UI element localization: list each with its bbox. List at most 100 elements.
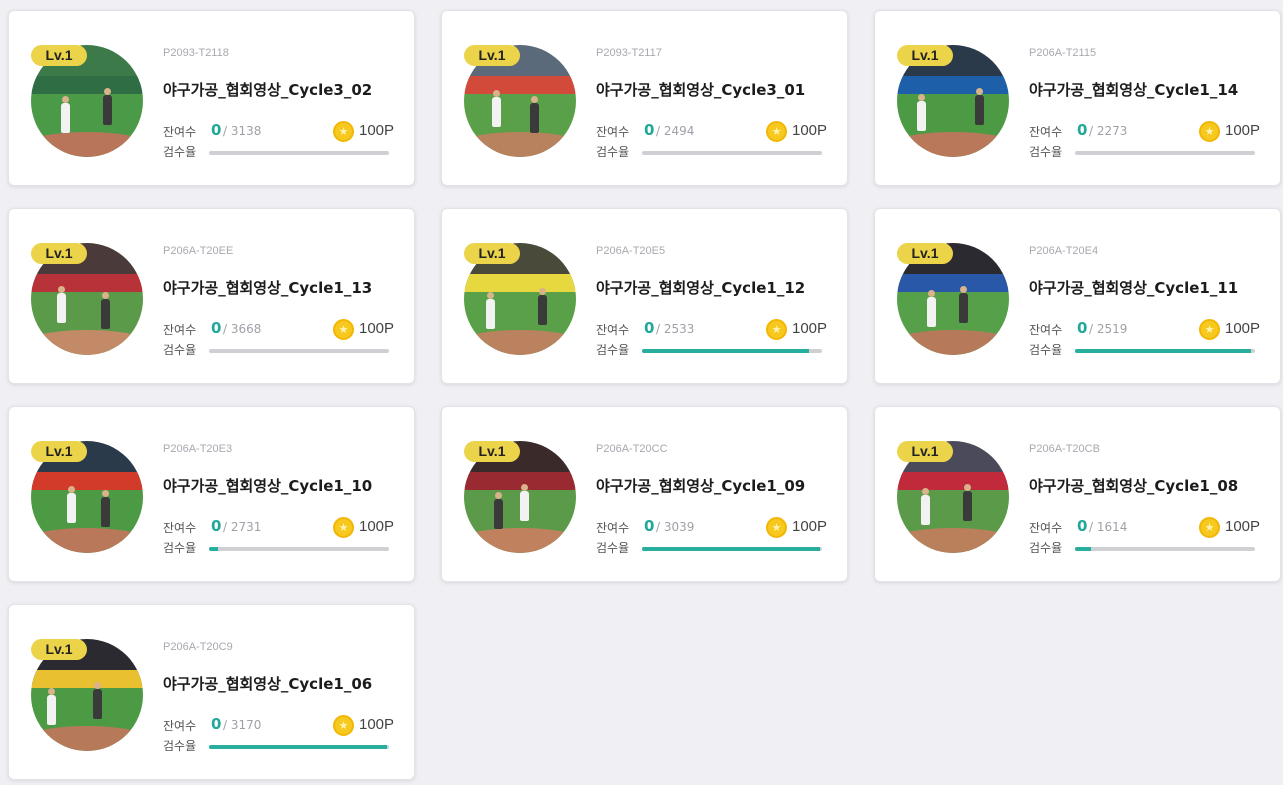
task-card[interactable]: Lv.1 P206A-T20C9 야구가공_협회영상_Cycle1_06 잔여수… [8,604,415,780]
review-rate-label: 검수율 [1029,541,1063,555]
task-code: P206A-T20C9 [163,641,233,653]
task-title[interactable]: 야구가공_협회영상_Cycle3_02 [163,79,372,100]
task-title[interactable]: 야구가공_협회영상_Cycle1_12 [596,277,805,298]
task-card[interactable]: Lv.1 P206A-T20E5 야구가공_협회영상_Cycle1_12 잔여수… [441,208,848,384]
point-value: 100P [1225,122,1261,139]
coin-icon: ★ [1199,319,1220,340]
total-count: / 1614 [1089,520,1128,534]
task-code: P206A-T2115 [1029,47,1097,59]
review-progress-bar [1075,151,1255,155]
level-badge: Lv.1 [31,441,87,462]
coin-icon: ★ [1199,517,1220,538]
total-count: / 2519 [1089,322,1128,336]
task-code: P206A-T20EE [163,245,234,257]
level-badge: Lv.1 [897,441,953,462]
total-count: / 3668 [223,322,262,336]
review-rate-label: 검수율 [163,145,197,159]
task-code: P2093-T2117 [596,47,662,59]
review-rate-label: 검수율 [596,541,630,555]
level-badge: Lv.1 [464,441,520,462]
total-count: / 2273 [1089,124,1128,138]
coin-icon: ★ [766,121,787,142]
level-badge: Lv.1 [31,45,87,66]
review-progress-fill [1075,349,1252,353]
point-value: 100P [1225,518,1261,535]
remaining-count: 0 [211,517,222,535]
level-badge: Lv.1 [464,243,520,264]
review-rate-label: 검수율 [1029,145,1063,159]
task-title[interactable]: 야구가공_협회영상_Cycle1_09 [596,475,805,496]
review-progress-bar [642,547,822,551]
total-count: / 3039 [656,520,695,534]
remaining-label: 잔여수 [1029,521,1063,535]
remaining-label: 잔여수 [1029,323,1063,337]
review-progress-fill [209,547,218,551]
task-code: P206A-T20E4 [1029,245,1099,257]
task-card[interactable]: Lv.1 P2093-T2117 야구가공_협회영상_Cycle3_01 잔여수… [441,10,848,186]
task-code: P206A-T20CC [596,443,668,455]
review-progress-bar [642,349,822,353]
total-count: / 2533 [656,322,695,336]
remaining-count: 0 [1077,121,1088,139]
task-card[interactable]: Lv.1 P206A-T20E4 야구가공_협회영상_Cycle1_11 잔여수… [874,208,1281,384]
review-progress-bar [209,547,389,551]
review-progress-bar [209,745,389,749]
coin-icon: ★ [333,715,354,736]
remaining-label: 잔여수 [596,323,630,337]
remaining-label: 잔여수 [596,521,630,535]
task-code: P206A-T20E3 [163,443,233,455]
remaining-count: 0 [644,121,655,139]
total-count: / 2494 [656,124,695,138]
review-rate-label: 검수율 [163,739,197,753]
task-title[interactable]: 야구가공_협회영상_Cycle1_13 [163,277,372,298]
level-badge: Lv.1 [31,243,87,264]
remaining-count: 0 [211,715,222,733]
review-progress-fill [642,349,810,353]
remaining-label: 잔여수 [163,323,197,337]
task-code: P206A-T20CB [1029,443,1100,455]
point-value: 100P [359,518,395,535]
remaining-label: 잔여수 [1029,125,1063,139]
point-value: 100P [359,320,395,337]
task-code: P206A-T20E5 [596,245,666,257]
task-card[interactable]: Lv.1 P206A-T20EE 야구가공_협회영상_Cycle1_13 잔여수… [8,208,415,384]
total-count: / 3170 [223,718,262,732]
task-card[interactable]: Lv.1 P206A-T20E3 야구가공_협회영상_Cycle1_10 잔여수… [8,406,415,582]
review-rate-label: 검수율 [163,343,197,357]
remaining-count: 0 [644,517,655,535]
level-badge: Lv.1 [464,45,520,66]
coin-icon: ★ [766,517,787,538]
task-title[interactable]: 야구가공_협회영상_Cycle1_08 [1029,475,1238,496]
coin-icon: ★ [333,517,354,538]
task-title[interactable]: 야구가공_협회영상_Cycle1_06 [163,673,372,694]
remaining-count: 0 [1077,517,1088,535]
coin-icon: ★ [333,319,354,340]
remaining-label: 잔여수 [163,521,197,535]
review-rate-label: 검수율 [596,343,630,357]
level-badge: Lv.1 [897,243,953,264]
task-code: P2093-T2118 [163,47,229,59]
task-card[interactable]: Lv.1 P206A-T20CC 야구가공_협회영상_Cycle1_09 잔여수… [441,406,848,582]
review-rate-label: 검수율 [1029,343,1063,357]
total-count: / 3138 [223,124,262,138]
point-value: 100P [359,122,395,139]
review-rate-label: 검수율 [596,145,630,159]
remaining-label: 잔여수 [163,125,197,139]
task-title[interactable]: 야구가공_협회영상_Cycle1_14 [1029,79,1238,100]
review-progress-fill [209,745,388,749]
point-value: 100P [792,122,828,139]
review-progress-bar [209,349,389,353]
task-title[interactable]: 야구가공_협회영상_Cycle1_11 [1029,277,1238,298]
coin-icon: ★ [333,121,354,142]
remaining-count: 0 [644,319,655,337]
task-title[interactable]: 야구가공_협회영상_Cycle3_01 [596,79,805,100]
task-card[interactable]: Lv.1 P2093-T2118 야구가공_협회영상_Cycle3_02 잔여수… [8,10,415,186]
task-card[interactable]: Lv.1 P206A-T2115 야구가공_협회영상_Cycle1_14 잔여수… [874,10,1281,186]
level-badge: Lv.1 [31,639,87,660]
review-progress-bar [209,151,389,155]
review-rate-label: 검수율 [163,541,197,555]
coin-icon: ★ [766,319,787,340]
task-title[interactable]: 야구가공_협회영상_Cycle1_10 [163,475,372,496]
remaining-label: 잔여수 [163,719,197,733]
task-card[interactable]: Lv.1 P206A-T20CB 야구가공_협회영상_Cycle1_08 잔여수… [874,406,1281,582]
